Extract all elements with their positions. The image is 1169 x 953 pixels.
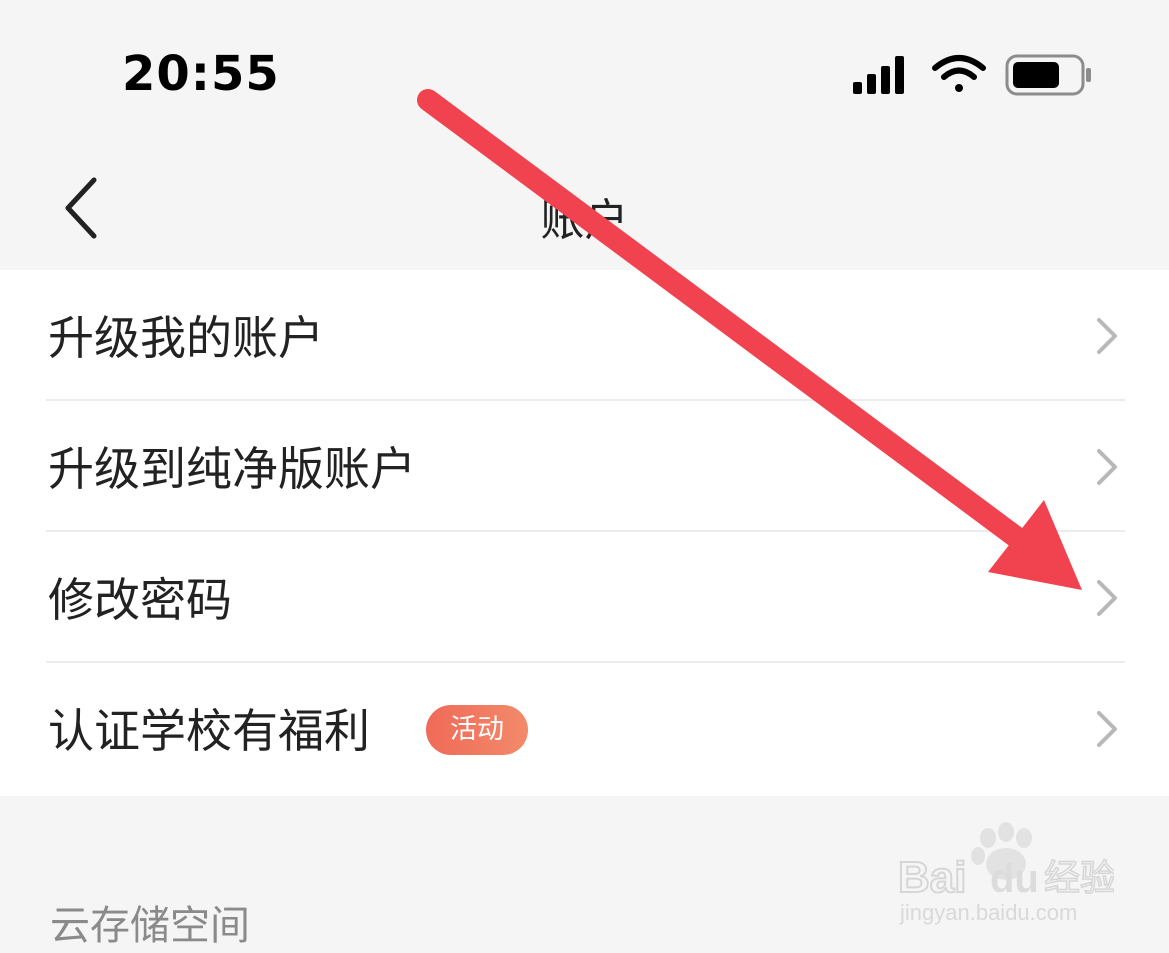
- svg-text:du: du: [990, 857, 1039, 901]
- status-time: 20:55: [122, 46, 280, 102]
- page-title: 账户: [540, 195, 629, 246]
- nav-bar: 账户: [0, 150, 1169, 270]
- menu-item-label: 修改密码: [48, 573, 232, 627]
- chevron-right-icon: [1097, 449, 1117, 485]
- menu-item-label: 认证学校有福利: [48, 704, 370, 758]
- menu-item-change-password[interactable]: 修改密码: [0, 532, 1169, 663]
- menu-item-upgrade-account[interactable]: 升级我的账户: [0, 270, 1169, 401]
- baidu-watermark: Bai du 经验 jingyan.baidu.com: [894, 820, 1117, 930]
- menu-card: 升级我的账户 升级到纯净版账户 修改密码 认证学校有福利 活动: [0, 270, 1169, 796]
- chevron-right-icon: [1097, 318, 1117, 354]
- menu-item-school-verification[interactable]: 认证学校有福利 活动: [0, 663, 1169, 794]
- svg-text:经验: 经验: [1044, 858, 1114, 899]
- baidu-paw-logo-icon: Bai du 经验 jingyan.baidu.com: [897, 822, 1117, 925]
- status-icons: [853, 52, 1093, 100]
- activity-badge: 活动: [426, 705, 528, 755]
- status-bar: 20:55: [0, 0, 1169, 150]
- chevron-right-icon: [1097, 580, 1117, 616]
- menu-item-label: 升级到纯净版账户: [48, 442, 416, 496]
- battery-icon: [1005, 54, 1091, 96]
- svg-text:jingyan.baidu.com: jingyan.baidu.com: [899, 900, 1077, 925]
- signal-icon: [853, 56, 904, 94]
- chevron-right-icon: [1097, 711, 1117, 747]
- wifi-icon: [932, 55, 986, 92]
- menu-item-label: 升级我的账户: [48, 311, 324, 365]
- section-header-cloud-storage: 云存储空间: [50, 903, 250, 949]
- svg-text:Bai: Bai: [898, 853, 966, 902]
- menu-item-upgrade-pure-account[interactable]: 升级到纯净版账户: [0, 401, 1169, 532]
